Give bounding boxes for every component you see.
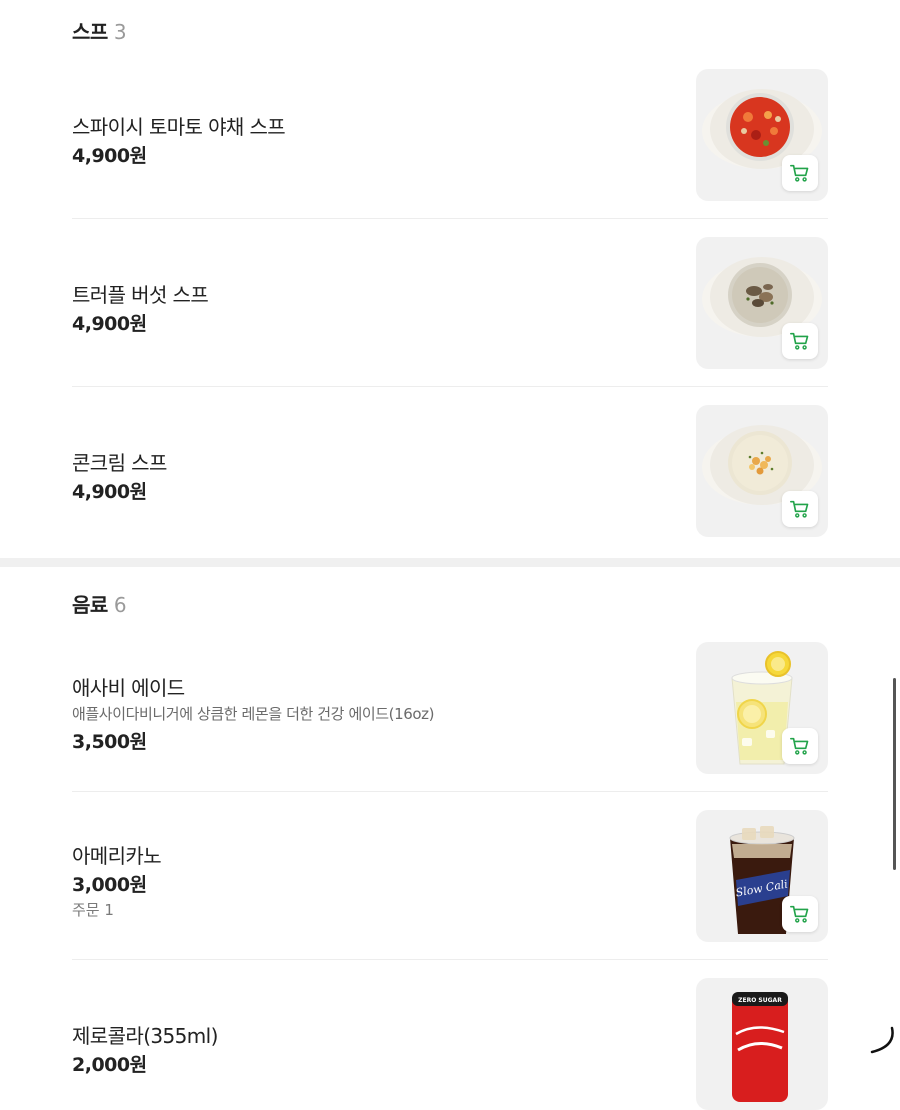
- cart-icon: [790, 905, 809, 923]
- item-price: 4,900원: [72, 481, 147, 503]
- item-image[interactable]: ZERO SUGAR: [696, 978, 828, 1110]
- scrollbar-thumb[interactable]: [893, 678, 896, 870]
- item-image[interactable]: [696, 405, 828, 537]
- item-price: 4,900원: [72, 145, 147, 167]
- item-name: 아메리카노: [72, 844, 162, 868]
- divider: [72, 959, 828, 960]
- menu-item-corn-cream-soup[interactable]: 콘크림 스프 4,900원: [72, 405, 828, 537]
- section-count: 3: [113, 20, 127, 44]
- section-count: 6: [113, 593, 127, 617]
- item-name: 애사비 에이드: [72, 676, 185, 700]
- item-image[interactable]: [696, 237, 828, 369]
- add-to-cart-button[interactable]: [782, 896, 818, 932]
- divider: [72, 218, 828, 219]
- cart-icon: [790, 737, 809, 755]
- loading-spinner-icon: [870, 1026, 894, 1054]
- menu-item-acv-ade[interactable]: 애사비 에이드 애플사이다비니거에 상큼한 레몬을 더한 건강 에이드(16oz…: [72, 642, 828, 774]
- item-price: 4,900원: [72, 313, 147, 335]
- item-image[interactable]: [696, 642, 828, 774]
- menu-item-americano[interactable]: 아메리카노 3,000원 주문 1 Slow Cali: [72, 810, 828, 942]
- section-title: 음료: [72, 593, 108, 617]
- section-header-soup: 스프 3: [72, 16, 127, 45]
- item-image[interactable]: Slow Cali: [696, 810, 828, 942]
- item-name: 콘크림 스프: [72, 451, 167, 475]
- add-to-cart-button[interactable]: [782, 491, 818, 527]
- item-name: 제로콜라(355ml): [72, 1024, 218, 1048]
- cart-icon: [790, 500, 809, 518]
- section-separator: [0, 558, 900, 567]
- item-name: 트러플 버섯 스프: [72, 283, 209, 307]
- item-description: 애플사이다비니거에 상큼한 레몬을 더한 건강 에이드(16oz): [72, 705, 435, 723]
- add-to-cart-button[interactable]: [782, 323, 818, 359]
- section-title: 스프: [72, 20, 108, 44]
- menu-item-zero-cola[interactable]: 제로콜라(355ml) 2,000원 ZERO SUGAR: [72, 978, 828, 1110]
- divider: [72, 791, 828, 792]
- can-label-text: ZERO SUGAR: [738, 997, 782, 1004]
- item-price: 3,500원: [72, 731, 147, 753]
- add-to-cart-button[interactable]: [782, 155, 818, 191]
- add-to-cart-button[interactable]: [782, 728, 818, 764]
- divider: [72, 386, 828, 387]
- cart-icon: [790, 164, 809, 182]
- item-price: 2,000원: [72, 1054, 147, 1076]
- item-price: 3,000원: [72, 874, 147, 896]
- order-count: 주문 1: [72, 901, 114, 919]
- item-name: 스파이시 토마토 야채 스프: [72, 115, 286, 139]
- menu-item-spicy-tomato-soup[interactable]: 스파이시 토마토 야채 스프 4,900원: [72, 69, 828, 201]
- menu-item-truffle-mushroom-soup[interactable]: 트러플 버섯 스프 4,900원: [72, 237, 828, 369]
- item-image[interactable]: [696, 69, 828, 201]
- cola-can-image: ZERO SUGAR: [732, 992, 788, 1102]
- section-header-drinks: 음료 6: [72, 589, 127, 618]
- cart-icon: [790, 332, 809, 350]
